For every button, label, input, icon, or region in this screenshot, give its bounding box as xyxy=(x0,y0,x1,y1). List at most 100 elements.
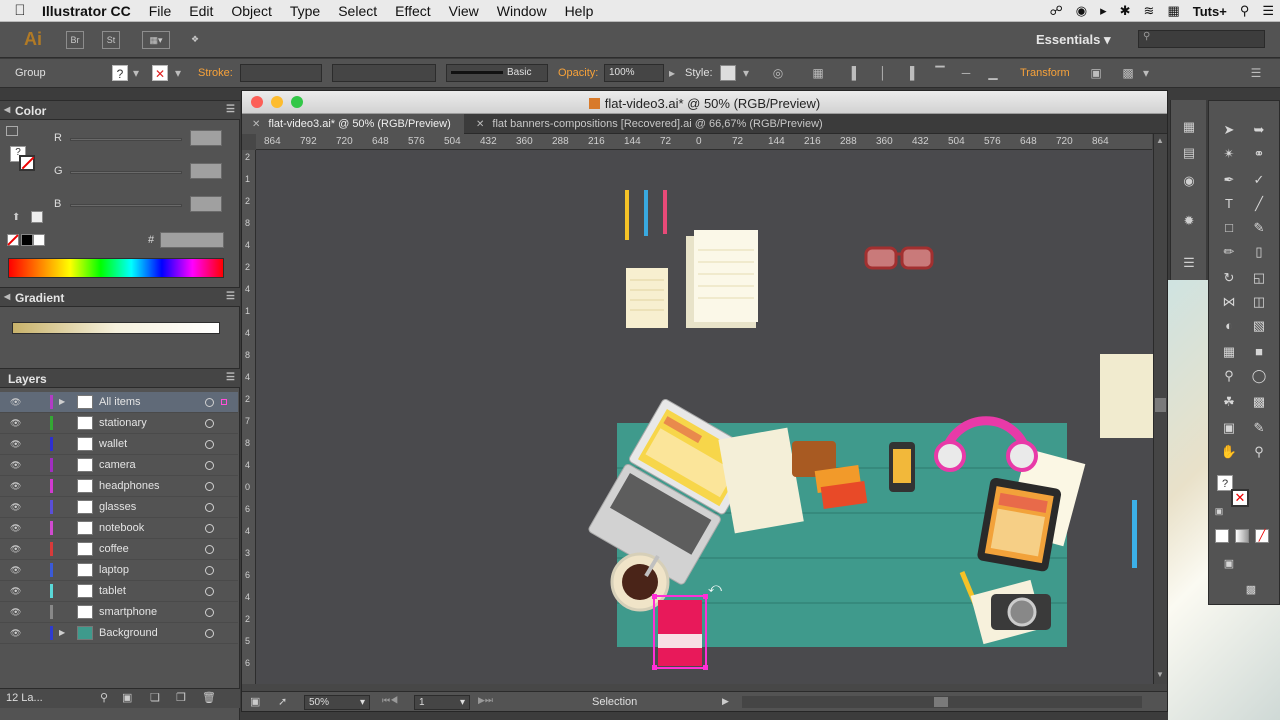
close-tab-icon[interactable]: ✕ xyxy=(252,119,260,130)
layer-target-icon[interactable] xyxy=(205,461,214,470)
style-dropdown-icon[interactable]: ▾ xyxy=(738,65,754,81)
tutsplus-label[interactable]: Tuts+ xyxy=(1193,4,1227,19)
fill-swatch[interactable]: ? xyxy=(112,65,128,81)
stroke-label[interactable]: Stroke: xyxy=(198,67,233,79)
layer-name[interactable]: All items xyxy=(99,396,141,408)
selection-tool-icon[interactable]: ➤ xyxy=(1217,119,1241,141)
mesh-tool-icon[interactable]: ▦ xyxy=(1217,341,1241,363)
stroke-weight-field[interactable] xyxy=(240,64,322,82)
layer-name[interactable]: camera xyxy=(99,459,136,471)
layer-target-icon[interactable] xyxy=(205,398,214,407)
menu-app-name[interactable]: Illustrator CC xyxy=(40,3,140,19)
artboard-number-field[interactable]: 1 ▾ xyxy=(414,695,470,710)
hand-tool-icon[interactable]: ✋ xyxy=(1217,441,1241,463)
gradient-ramp[interactable] xyxy=(12,322,220,334)
rotate-tool-icon[interactable]: ↻ xyxy=(1217,267,1241,289)
layer-name[interactable]: laptop xyxy=(99,564,129,576)
smartphone[interactable] xyxy=(889,442,915,492)
menu-type[interactable]: Type xyxy=(281,3,329,19)
pen-tool-icon[interactable]: ✒ xyxy=(1217,169,1241,191)
collapse-icon[interactable]: ◀ xyxy=(4,105,10,114)
stroke-color-icon[interactable]: ✕ xyxy=(1231,489,1249,507)
blue-value[interactable] xyxy=(190,196,222,212)
visibility-eye-icon[interactable]: 👁 xyxy=(10,418,21,429)
line-tool-icon[interactable]: ╱ xyxy=(1247,193,1271,215)
curvature-tool-icon[interactable]: ✓ xyxy=(1247,169,1271,191)
menu-file[interactable]: File xyxy=(140,3,181,19)
visibility-eye-icon[interactable]: 👁 xyxy=(10,481,21,492)
layer-target-icon[interactable] xyxy=(205,440,214,449)
notification-center-icon[interactable]: ☰ xyxy=(1262,3,1274,19)
arrange-icon[interactable]: ▩ xyxy=(1120,65,1136,81)
bridge-button[interactable]: Br xyxy=(66,31,84,49)
expand-triangle-icon[interactable]: ▶ xyxy=(59,397,65,406)
workspace-switcher[interactable]: Essentials ▾ xyxy=(1036,32,1110,48)
layer-row[interactable]: 👁 headphones xyxy=(0,476,238,497)
blue-track[interactable] xyxy=(70,204,182,207)
volume-icon[interactable]: ▸ xyxy=(1100,3,1107,19)
small-notepad[interactable] xyxy=(626,268,668,328)
zoom-tool-icon[interactable]: ⚲ xyxy=(1247,441,1271,463)
eraser-tool-icon[interactable]: ▯ xyxy=(1247,241,1271,263)
artboard-canvas[interactable]: ⤺ xyxy=(256,150,1153,684)
menu-object[interactable]: Object xyxy=(222,3,280,19)
layer-target-icon[interactable] xyxy=(205,629,214,638)
isolate-group-icon[interactable]: ▣ xyxy=(1088,65,1104,81)
layer-target-icon[interactable] xyxy=(205,419,214,428)
perspective-grid-tool-icon[interactable]: ▧ xyxy=(1247,315,1271,337)
vertical-scroll-thumb[interactable] xyxy=(1155,398,1166,412)
shape-builder-tool-icon[interactable]: ◐ xyxy=(1217,315,1241,337)
red-value[interactable] xyxy=(190,130,222,146)
expand-triangle-icon[interactable]: ▶ xyxy=(59,628,65,637)
gradient-mode-icon[interactable] xyxy=(1235,529,1249,543)
spotlight-search-icon[interactable]: ⚲ xyxy=(1240,3,1250,19)
document-titlebar[interactable]: flat-video3.ai* @ 50% (RGB/Preview) xyxy=(242,91,1167,114)
vertical-ruler[interactable]: 212842414842784064364256 xyxy=(242,150,256,684)
graph-tool-icon[interactable]: ▩ xyxy=(1247,391,1271,413)
stock-button[interactable]: St xyxy=(102,31,120,49)
new-sublayer-icon[interactable]: ❏ xyxy=(150,691,160,704)
layers-panel-header[interactable]: Layers ☰ xyxy=(0,368,240,388)
vertical-scrollbar[interactable]: ▲ ▼ xyxy=(1153,134,1167,684)
graphic-style-swatch[interactable] xyxy=(720,65,736,81)
status-menu-icon[interactable]: ▶ xyxy=(722,696,729,707)
layer-target-icon[interactable] xyxy=(205,587,214,596)
apple-icon[interactable]:  xyxy=(0,2,40,19)
menu-window[interactable]: Window xyxy=(488,3,556,19)
layer-name[interactable]: notebook xyxy=(99,522,144,534)
layer-row[interactable]: 👁 camera xyxy=(0,455,238,476)
zoom-level-field[interactable]: 50% ▾ xyxy=(304,695,370,710)
blend-tool-icon[interactable]: ◯ xyxy=(1247,365,1271,387)
menu-edit[interactable]: Edit xyxy=(180,3,222,19)
eyedropper-tool-icon[interactable]: ⚲ xyxy=(1217,365,1241,387)
panel-menu-icon[interactable]: ☰ xyxy=(226,372,235,383)
layer-row[interactable]: 👁 ▶ Background xyxy=(0,623,238,644)
layer-row[interactable]: 👁 notebook xyxy=(0,518,238,539)
visibility-eye-icon[interactable]: 👁 xyxy=(10,607,21,618)
slice-tool-icon[interactable]: ✎ xyxy=(1247,417,1271,439)
type-tool-icon[interactable]: T xyxy=(1217,193,1241,215)
flag-icon[interactable]: ▦ xyxy=(1167,3,1179,19)
magic-wand-tool-icon[interactable]: ✴ xyxy=(1217,143,1241,165)
opacity-field[interactable]: 100% xyxy=(604,64,664,82)
export-icon[interactable]: ➚ xyxy=(278,695,287,708)
panel-menu-icon[interactable]: ☰ xyxy=(226,291,235,302)
tab-flat-banners[interactable]: ✕ flat banners-compositions [Recovered].a… xyxy=(466,114,846,134)
new-layer-icon[interactable]: ❐ xyxy=(176,691,186,704)
green-track[interactable] xyxy=(70,171,182,174)
visibility-eye-icon[interactable]: 👁 xyxy=(10,565,21,576)
tab-flat-video3[interactable]: ✕ flat-video3.ai* @ 50% (RGB/Preview) xyxy=(242,114,464,134)
layer-name[interactable]: stationary xyxy=(99,417,147,429)
layer-target-icon[interactable] xyxy=(205,545,214,554)
visibility-eye-icon[interactable]: 👁 xyxy=(10,523,21,534)
rectangle-tool-icon[interactable]: □ xyxy=(1217,217,1241,239)
layer-name[interactable]: coffee xyxy=(99,543,129,555)
glasses[interactable] xyxy=(864,246,934,270)
gradient-panel-header[interactable]: ◀ Gradient ☰ xyxy=(0,287,240,307)
scale-tool-icon[interactable]: ◱ xyxy=(1247,267,1271,289)
menu-help[interactable]: Help xyxy=(556,3,603,19)
panel-menu-icon[interactable]: ☰ xyxy=(226,104,235,115)
visibility-eye-icon[interactable]: 👁 xyxy=(10,586,21,597)
direct-selection-tool-icon[interactable]: ➥ xyxy=(1247,119,1271,141)
color-panel-header[interactable]: ◀ Color ☰ xyxy=(0,100,240,120)
